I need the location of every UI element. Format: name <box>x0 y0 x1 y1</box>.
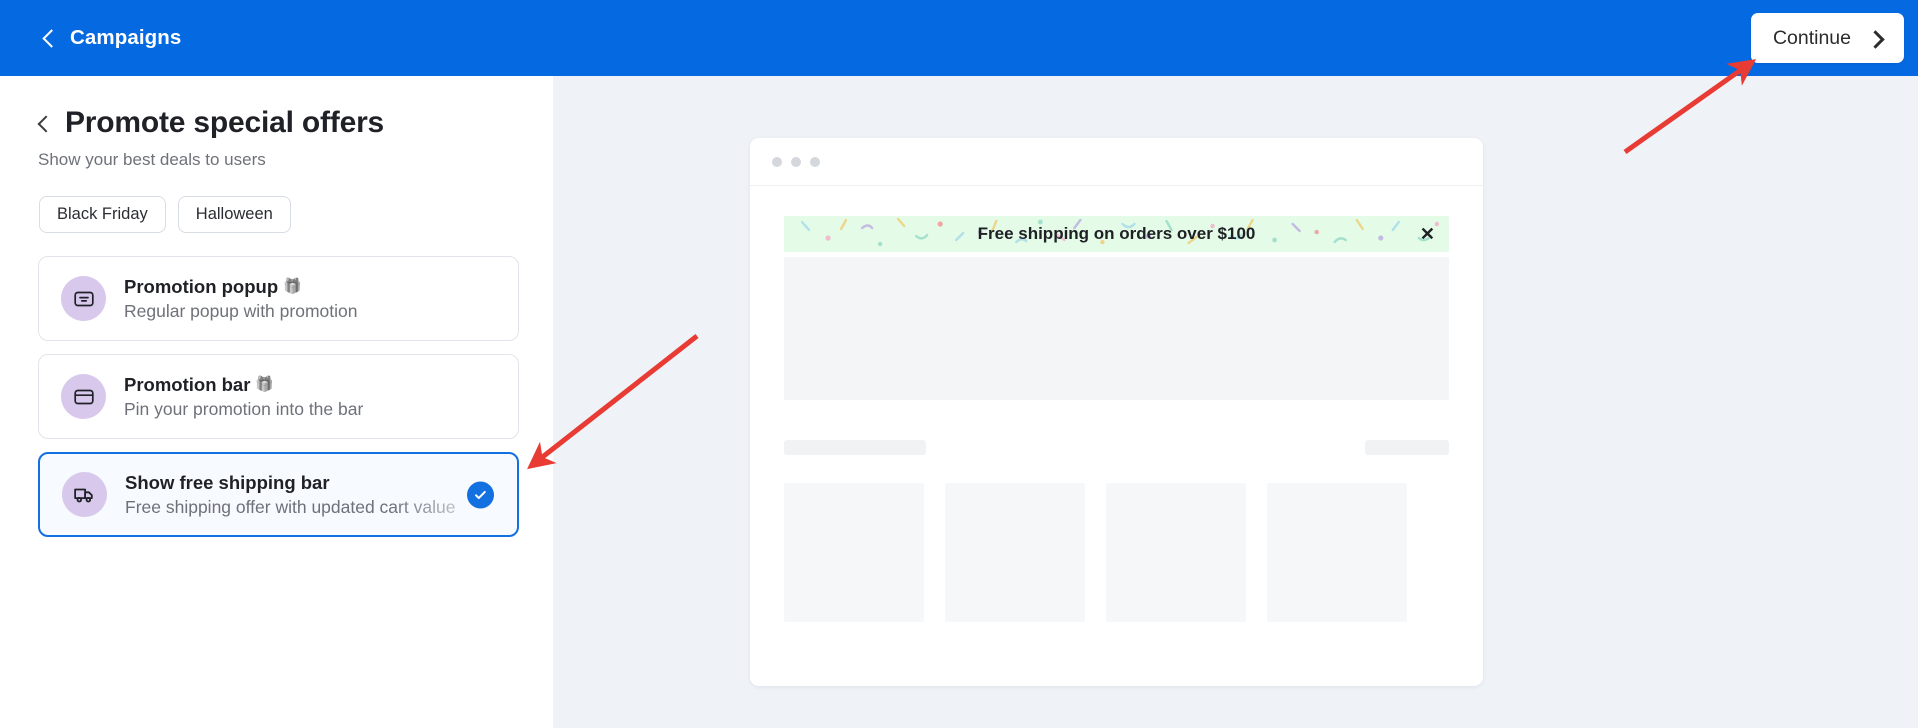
checkmark-glyph <box>475 490 486 499</box>
option-card-list: Promotion popup 🎁 Regular popup with pro… <box>38 256 553 537</box>
category-chip-group: Black Friday Halloween <box>39 196 553 233</box>
bar-window-icon <box>73 389 94 404</box>
option-card-promotion-popup[interactable]: Promotion popup 🎁 Regular popup with pro… <box>38 256 519 341</box>
top-app-bar: Campaigns Continue <box>0 0 1918 76</box>
popup-icon <box>73 291 94 306</box>
option-title-row: Show free shipping bar <box>125 472 517 494</box>
browser-title-bar <box>750 138 1483 186</box>
option-title-row: Promotion bar 🎁 <box>124 374 518 396</box>
product-card-placeholders <box>784 483 1449 622</box>
heading-placeholder <box>784 440 926 455</box>
option-icon-badge <box>62 472 107 517</box>
check-circle-icon <box>467 481 494 508</box>
page-subtitle: Show your best deals to users <box>38 150 266 169</box>
option-text-block: Promotion popup 🎁 Regular popup with pro… <box>124 276 518 322</box>
option-text-block: Show free shipping bar Free shipping off… <box>125 472 517 518</box>
chevron-right-icon <box>1868 31 1882 45</box>
option-title: Show free shipping bar <box>125 471 330 493</box>
preview-panel: Free shipping on orders over $100 ✕ <box>553 76 1918 728</box>
window-dot-minimize-icon <box>791 156 801 167</box>
chip-halloween[interactable]: Halloween <box>177 196 291 233</box>
free-shipping-banner: Free shipping on orders over $100 ✕ <box>784 216 1449 252</box>
browser-content: Free shipping on orders over $100 ✕ <box>750 186 1483 622</box>
options-sidebar: Promote special offers Show your best de… <box>0 76 553 728</box>
product-card-placeholder <box>1267 483 1407 622</box>
option-title: Promotion popup <box>124 275 279 297</box>
option-description: Pin your promotion into the bar <box>124 398 364 419</box>
option-icon-badge <box>61 374 106 419</box>
option-icon-badge <box>61 276 106 321</box>
continue-button-label: Continue <box>1772 26 1851 49</box>
close-icon[interactable]: ✕ <box>1420 225 1435 243</box>
gift-icon: 🎁 <box>283 278 302 295</box>
option-description: Regular popup with promotion <box>124 300 358 321</box>
product-card-placeholder <box>1106 483 1246 622</box>
back-to-campaigns-button[interactable]: Campaigns <box>41 26 181 50</box>
option-card-promotion-bar[interactable]: Promotion bar 🎁 Pin your promotion into … <box>38 354 519 439</box>
option-description: Free shipping offer with updated cart va… <box>125 496 456 517</box>
page-title: Promote special offers <box>65 106 385 139</box>
browser-mockup: Free shipping on orders over $100 ✕ <box>750 138 1483 686</box>
chevron-left-icon[interactable] <box>38 116 51 131</box>
option-title: Promotion bar <box>124 373 251 395</box>
banner-text: Free shipping on orders over $100 <box>977 224 1256 243</box>
truck-icon <box>74 488 93 503</box>
gift-icon: 🎁 <box>255 376 275 393</box>
option-text-block: Promotion bar 🎁 Pin your promotion into … <box>124 374 518 420</box>
hero-placeholder <box>784 257 1449 400</box>
continue-button[interactable]: Continue <box>1750 13 1904 63</box>
page-header: Promote special offers <box>0 76 553 140</box>
top-bar-title: Campaigns <box>70 26 182 49</box>
chip-black-friday[interactable]: Black Friday <box>39 196 166 233</box>
product-card-placeholder <box>784 483 924 622</box>
product-card-placeholder <box>945 483 1085 622</box>
window-dot-close-icon <box>772 156 782 167</box>
section-heading-placeholders <box>784 440 1449 455</box>
link-placeholder <box>1365 440 1449 455</box>
option-card-show-free-shipping-bar[interactable]: Show free shipping bar Free shipping off… <box>38 452 519 537</box>
option-title-row: Promotion popup 🎁 <box>124 276 518 298</box>
body-area: Promote special offers Show your best de… <box>0 76 1918 728</box>
chevron-left-icon <box>41 30 57 46</box>
window-dot-maximize-icon <box>810 156 820 167</box>
